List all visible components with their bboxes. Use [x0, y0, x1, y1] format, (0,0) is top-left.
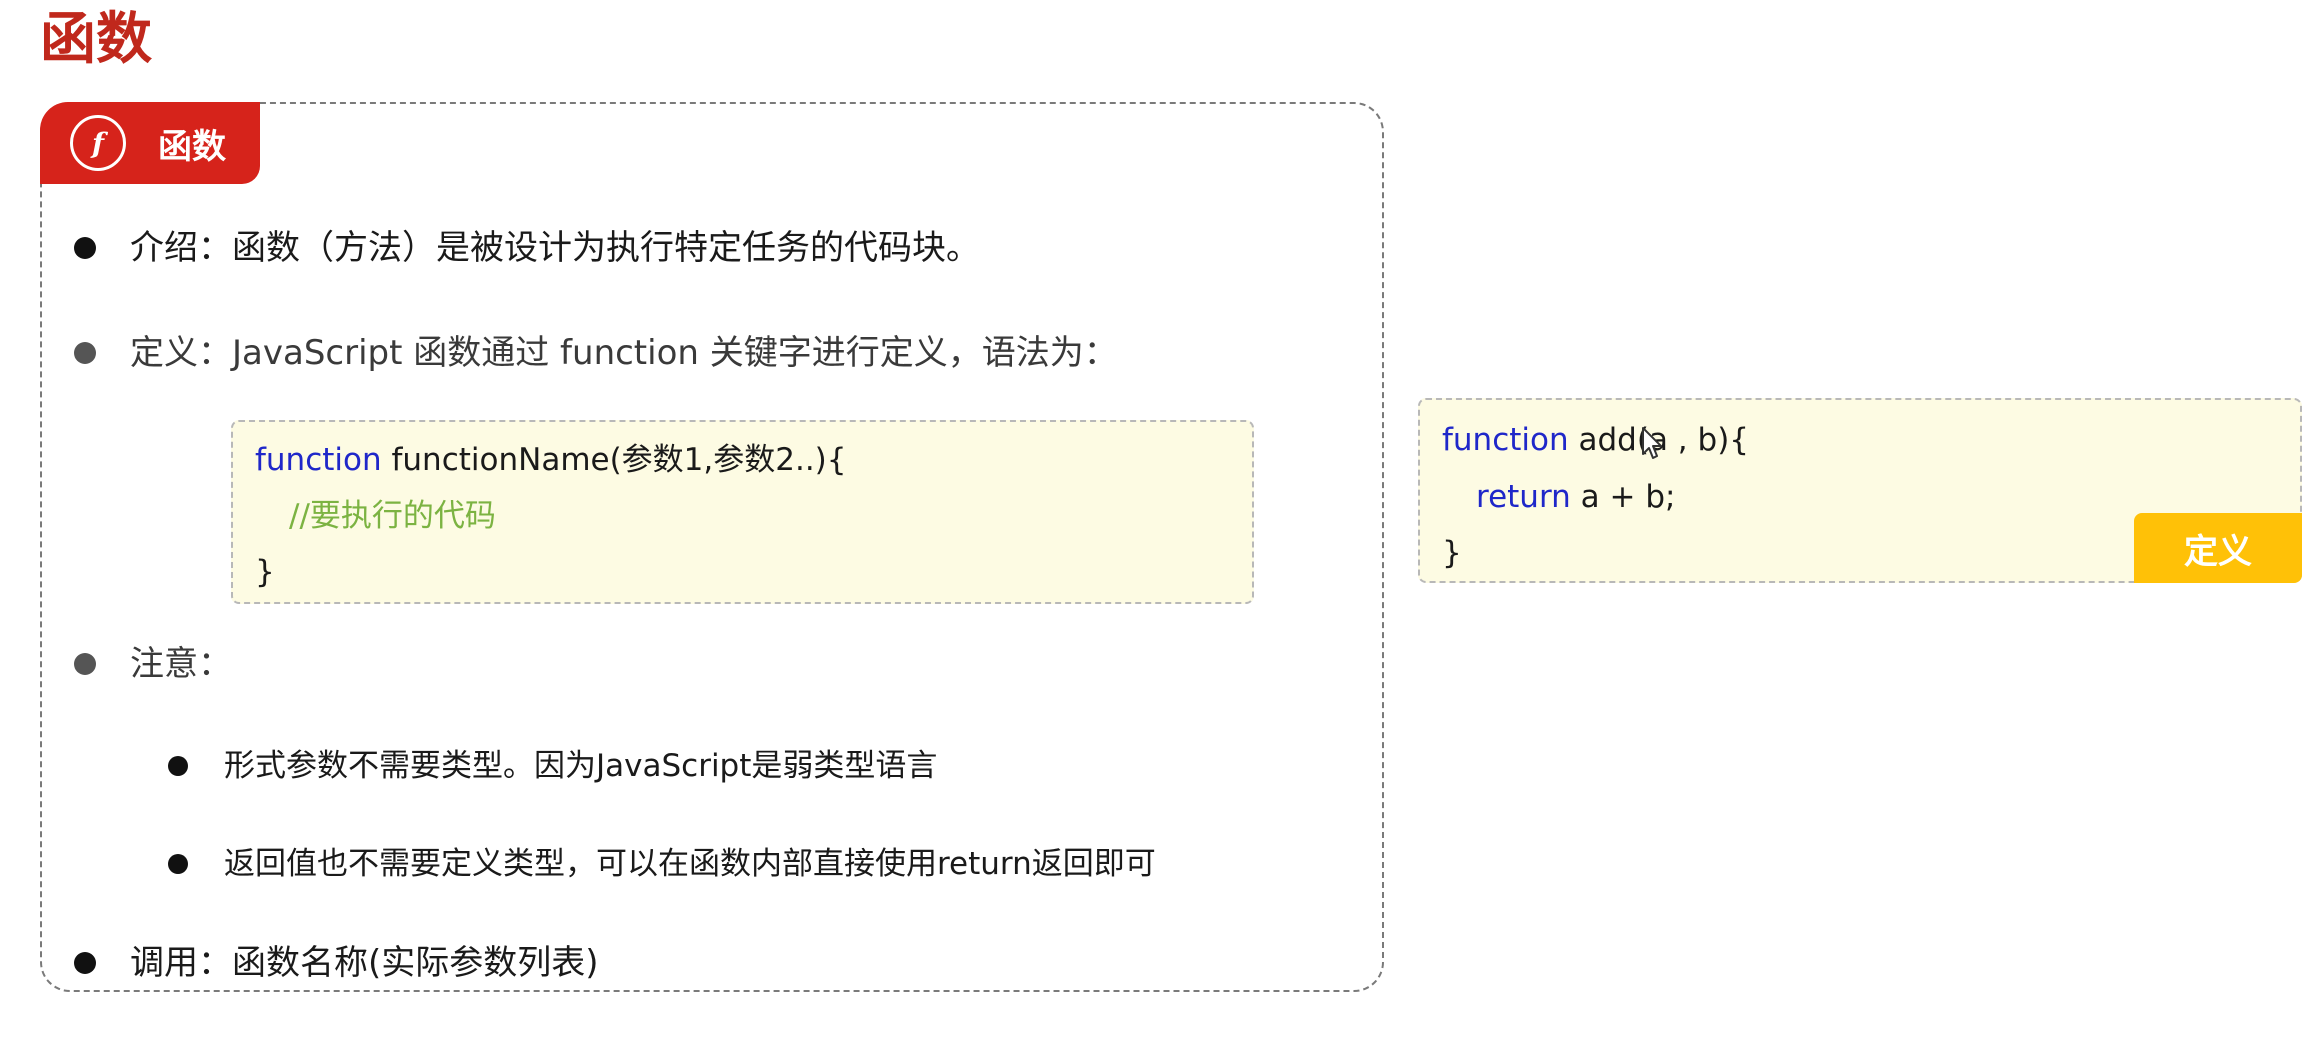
card-header-label: 函数 [158, 126, 226, 167]
code-keyword: function [1442, 422, 1569, 458]
bullet-dot [74, 342, 96, 364]
code-text: a + b; [1570, 479, 1676, 515]
note-heading: 注意： [130, 644, 232, 684]
card-header-tab: f 函数 [40, 102, 260, 184]
code-text: functionName(参数1,参数2..){ [381, 442, 847, 478]
note-item-1: 形式参数不需要类型。因为JavaScript是弱类型语言 [224, 748, 938, 784]
code-keyword: return [1476, 479, 1571, 515]
definition-text: 定义：JavaScript 函数通过 function 关键字进行定义，语法为： [130, 333, 1118, 373]
example-line-2: return a + b; [1476, 477, 1675, 517]
bullet-dot [74, 653, 96, 675]
call-text: 调用：函数名称(实际参数列表) [130, 943, 599, 983]
sub-bullet-dot [168, 756, 188, 776]
intro-text: 介绍：函数（方法）是被设计为执行特定任务的代码块。 [130, 228, 980, 268]
define-tag-badge: 定义 [2134, 513, 2302, 583]
code-comment: //要执行的代码 [289, 498, 496, 534]
bullet-dot [74, 952, 96, 974]
code-line-3: } [255, 554, 275, 590]
example-line-3: } [1442, 535, 1462, 571]
page-title: 函数 [40, 7, 152, 72]
bullet-dot [74, 237, 96, 259]
note-item-2: 返回值也不需要定义类型，可以在函数内部直接使用return返回即可 [224, 846, 1156, 882]
code-line-1: function functionName(参数1,参数2..){ [255, 440, 847, 480]
mouse-pointer-icon [1640, 426, 1666, 466]
syntax-code-block: function functionName(参数1,参数2..){ //要执行的… [231, 420, 1254, 604]
code-text: add( [1568, 422, 1649, 458]
example-line-1: function add(a , b){ [1442, 420, 1749, 460]
sub-bullet-dot [168, 854, 188, 874]
code-keyword: function [255, 442, 382, 478]
function-f-icon: f [70, 115, 126, 171]
code-text: , b){ [1667, 422, 1750, 458]
